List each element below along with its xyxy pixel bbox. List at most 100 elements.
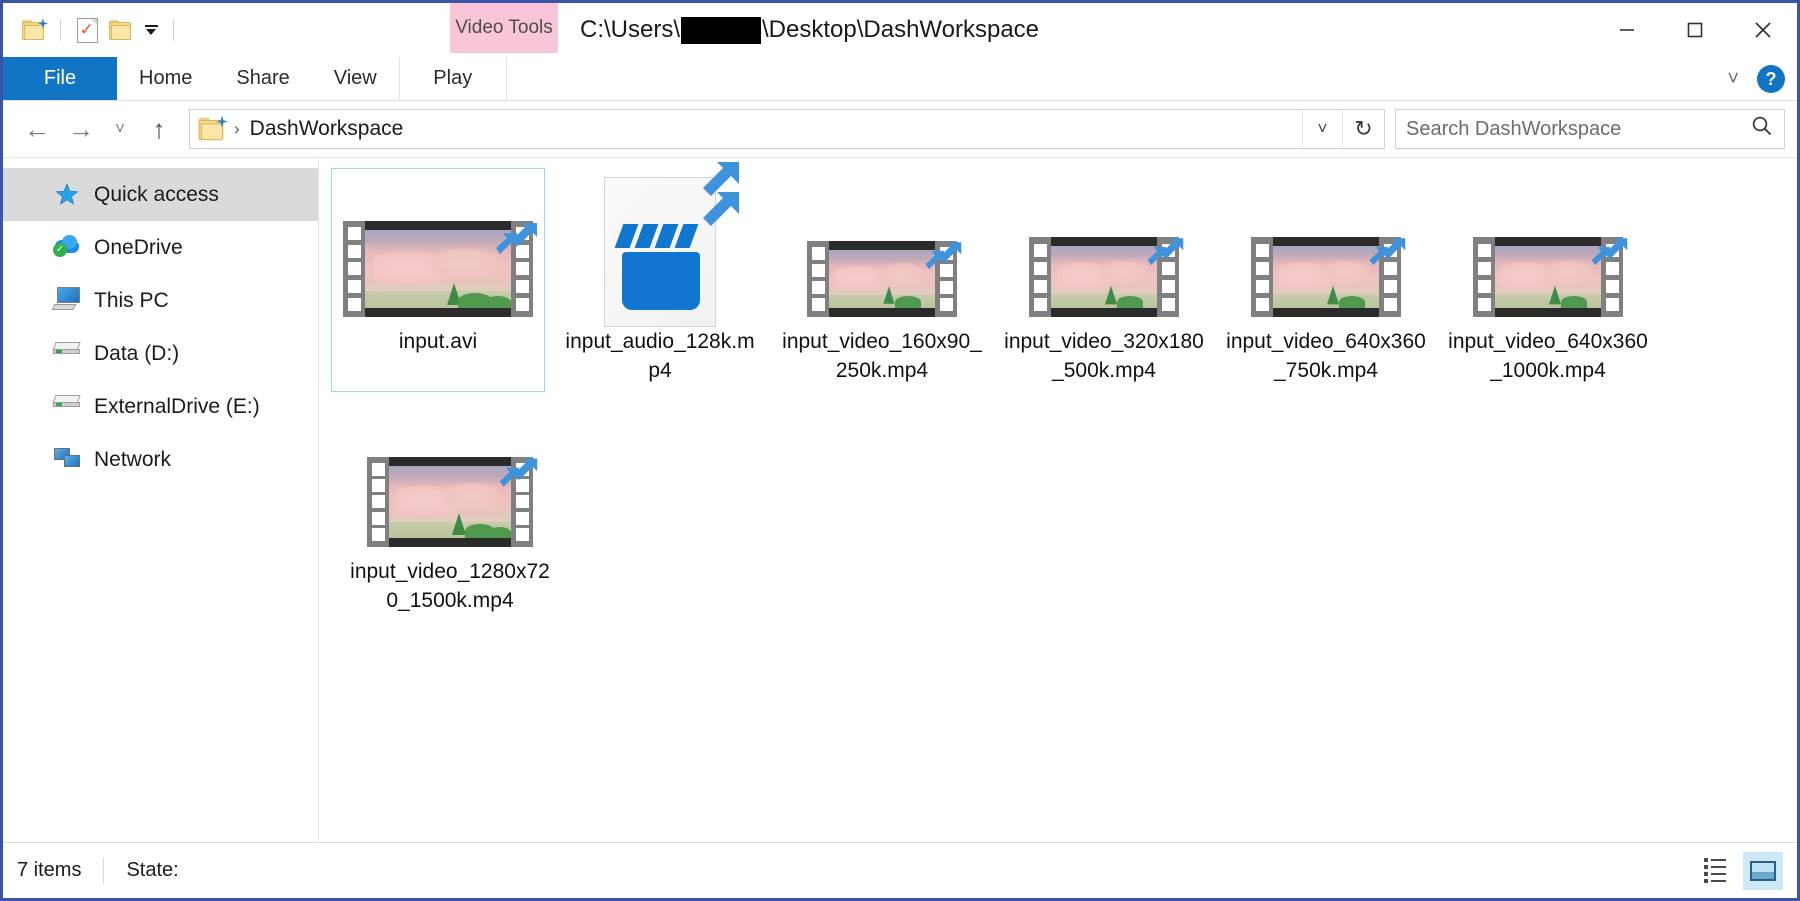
sidebar-item-label: Network xyxy=(94,447,172,471)
file-item[interactable]: input_video_320x180_500k.mp4 xyxy=(997,168,1211,392)
network-icon xyxy=(53,446,81,474)
star-icon xyxy=(53,181,81,209)
title-bar: ✓ Video Tools C:\Users \ \Desktop\DashWork… xyxy=(3,3,1797,57)
drive-icon xyxy=(52,393,81,421)
back-button[interactable]: ← xyxy=(15,107,59,151)
refresh-icon[interactable]: ↻ xyxy=(1342,110,1384,148)
sparkle-icon xyxy=(38,17,48,29)
tab-share[interactable]: Share xyxy=(214,57,311,100)
film-strip-icon xyxy=(367,457,538,547)
file-thumbnail xyxy=(1224,177,1428,317)
maximize-button[interactable] xyxy=(1661,3,1729,57)
file-name: input_audio_128k.mp4 xyxy=(565,330,755,382)
item-count-label: 7 items xyxy=(17,859,82,881)
tab-view[interactable]: View xyxy=(312,57,399,100)
file-thumbnail xyxy=(348,407,552,547)
sidebar-item-label: This PC xyxy=(94,288,169,312)
sidebar-item-label: Quick access xyxy=(94,182,219,206)
title-prefix: C:\Users xyxy=(580,16,674,43)
tab-play[interactable]: Play xyxy=(398,57,507,100)
new-folder-icon[interactable] xyxy=(104,13,138,47)
details-view-button[interactable] xyxy=(1695,852,1735,890)
search-icon[interactable] xyxy=(1750,114,1774,144)
search-box[interactable]: Search DashWorkspace xyxy=(1395,109,1785,149)
film-strip-icon xyxy=(807,241,962,317)
file-item[interactable]: input_video_160x90_250k.mp4 xyxy=(775,168,989,392)
window-controls xyxy=(1593,3,1797,57)
file-thumbnail xyxy=(336,177,540,317)
customize-caret-icon[interactable] xyxy=(138,17,164,43)
forward-button[interactable]: → xyxy=(59,107,103,151)
contextual-tab-group-label: Video Tools xyxy=(450,3,558,53)
window-title: C:\Users \ \Desktop\DashWorkspace xyxy=(580,16,1040,44)
file-name: input_video_160x90_250k.mp4 xyxy=(782,330,982,382)
up-button[interactable]: ↑ xyxy=(137,107,181,151)
recent-locations-button[interactable]: ˅ xyxy=(103,107,137,151)
toolbar-divider-2 xyxy=(173,19,174,41)
sidebar-item-this-pc[interactable]: This PC xyxy=(3,274,318,327)
close-button[interactable] xyxy=(1729,3,1797,57)
ribbon-right-controls: ˅ ? xyxy=(1727,57,1785,101)
navigation-pane: Quick access ✓ OneDrive This PC Data (D:… xyxy=(3,158,319,842)
film-strip-icon xyxy=(343,221,537,317)
film-strip-icon xyxy=(1029,237,1184,317)
file-thumbnail xyxy=(558,162,762,327)
folder-glyph xyxy=(22,17,48,41)
file-item[interactable]: input_video_640x360_1000k.mp4 xyxy=(1441,168,1655,392)
main-body: Quick access ✓ OneDrive This PC Data (D:… xyxy=(3,157,1797,842)
sidebar-item-label: ExternalDrive (E:) xyxy=(94,394,260,418)
file-item[interactable]: input_video_640x360_750k.mp4 xyxy=(1219,168,1433,392)
drive-icon xyxy=(52,340,81,368)
file-thumbnail xyxy=(780,177,984,317)
quick-access-toolbar: ✓ xyxy=(3,13,183,47)
sidebar-item-external-drive[interactable]: ExternalDrive (E:) xyxy=(3,380,318,433)
view-mode-buttons xyxy=(1695,851,1783,890)
tab-home[interactable]: Home xyxy=(117,57,214,100)
redacted-username xyxy=(681,16,762,44)
file-item[interactable]: input.avi xyxy=(331,168,545,392)
address-bar: ← → ˅ ↑ › DashWorkspace ˅ ↻ Search DashW… xyxy=(3,101,1797,157)
details-view-icon xyxy=(1704,858,1726,883)
sidebar-item-label: Data (D:) xyxy=(94,341,180,365)
large-icons-view-icon xyxy=(1750,860,1776,881)
help-icon[interactable]: ? xyxy=(1757,65,1785,93)
shortcut-arrow-icon xyxy=(703,162,739,226)
tab-file[interactable]: File xyxy=(3,57,117,100)
breadcrumb-bar[interactable]: › DashWorkspace ˅ ↻ xyxy=(189,109,1385,149)
document-glyph: ✓ xyxy=(76,17,98,43)
sidebar-item-network[interactable]: Network xyxy=(3,433,318,486)
breadcrumb-folder-icon xyxy=(198,115,228,140)
search-input[interactable]: Search DashWorkspace xyxy=(1406,118,1750,141)
cloud-icon: ✓ xyxy=(53,234,81,262)
status-divider xyxy=(103,857,105,884)
status-bar: 7 items State: xyxy=(3,842,1797,898)
folder-glyph xyxy=(109,19,133,41)
film-strip-icon xyxy=(1251,237,1406,317)
file-item[interactable]: input_video_1280x720_1500k.mp4 xyxy=(343,398,557,622)
toolbar-divider xyxy=(60,19,61,41)
file-name: input_video_320x180_500k.mp4 xyxy=(1004,330,1204,382)
address-dropdown-icon[interactable]: ˅ xyxy=(1302,110,1342,148)
sidebar-item-onedrive[interactable]: ✓ OneDrive xyxy=(3,221,318,274)
breadcrumb-current-folder[interactable]: DashWorkspace xyxy=(250,117,404,141)
ribbon-tabs: File Home Share View Play ˅ ? xyxy=(3,57,1797,101)
file-name: input.avi xyxy=(398,330,478,353)
large-icons-view-button[interactable] xyxy=(1743,851,1783,890)
file-thumbnail xyxy=(1002,177,1206,317)
breadcrumb-separator: › xyxy=(234,119,240,138)
film-strip-icon xyxy=(1473,237,1628,317)
minimize-button[interactable] xyxy=(1593,3,1661,57)
sidebar-item-quick-access[interactable]: Quick access xyxy=(3,168,318,221)
file-name: input_video_640x360_1000k.mp4 xyxy=(1448,330,1648,382)
file-list-view[interactable]: input.avi input_audio_128k.mp4 input_vid… xyxy=(319,158,1797,842)
chevron-down-icon[interactable]: ˅ xyxy=(1727,68,1739,91)
file-name: input_video_640x360_750k.mp4 xyxy=(1226,330,1426,382)
title-suffix: \Desktop\DashWorkspace xyxy=(762,16,1040,43)
sidebar-item-label: OneDrive xyxy=(94,235,183,259)
properties-folder-icon[interactable] xyxy=(17,13,51,47)
sidebar-item-data-drive[interactable]: Data (D:) xyxy=(3,327,318,380)
state-label: State: xyxy=(126,859,179,881)
explorer-window: ✓ Video Tools C:\Users \ \Desktop\DashWork… xyxy=(0,0,1800,901)
new-item-checklist-icon[interactable]: ✓ xyxy=(70,13,104,47)
file-item[interactable]: input_audio_128k.mp4 xyxy=(553,162,767,392)
